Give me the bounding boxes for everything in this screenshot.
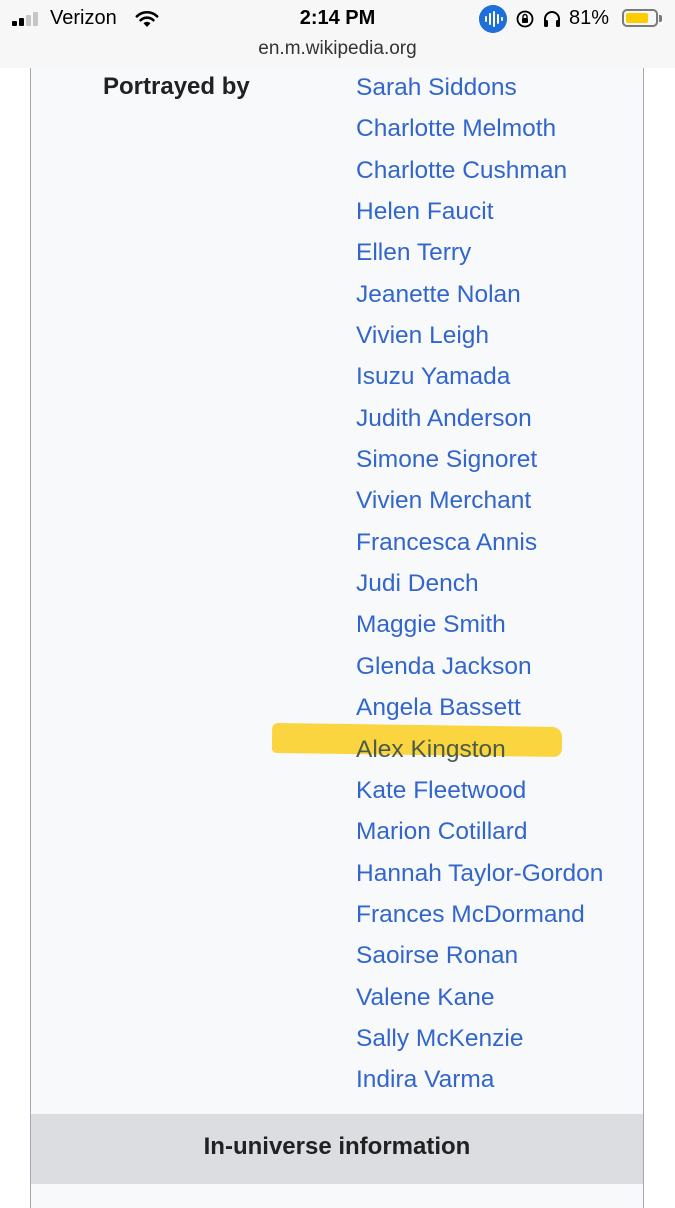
actor-link[interactable]: Saoirse Ronan [356, 938, 603, 979]
battery-cap [659, 15, 662, 22]
actor-link[interactable]: Maggie Smith [356, 607, 603, 648]
actor-link[interactable]: Vivien Leigh [356, 318, 603, 359]
actor-link[interactable]: Judith Anderson [356, 401, 603, 442]
voice-icon [479, 5, 507, 33]
actor-link[interactable]: Marion Cotillard [356, 814, 603, 855]
battery-level [626, 13, 648, 23]
actor-link[interactable]: Francesca Annis [356, 525, 603, 566]
actor-link[interactable]: Alex Kingston [356, 732, 603, 773]
actor-link[interactable]: Sarah Siddons [356, 70, 603, 111]
battery-percent: 81% [569, 7, 610, 29]
rotation-lock-icon [516, 10, 534, 28]
actor-link[interactable]: Kate Fleetwood [356, 773, 603, 814]
actor-link[interactable]: Hannah Taylor-Gordon [356, 856, 603, 897]
actor-link[interactable]: Charlotte Cushman [356, 153, 603, 194]
infobox-continuation [31, 1184, 643, 1200]
headphones-icon [544, 11, 560, 27]
status-bar: Verizon 2:14 PM 81% [0, 0, 675, 36]
portrayed-by-label: Portrayed by [103, 73, 250, 100]
actor-link[interactable]: Glenda Jackson [356, 649, 603, 690]
actor-list: Sarah Siddons Charlotte Melmoth Charlotte … [356, 70, 603, 1104]
actor-link[interactable]: Angela Bassett [356, 690, 603, 731]
actor-link[interactable]: Charlotte Melmoth [356, 111, 603, 152]
actor-link[interactable]: Indira Varma [356, 1062, 603, 1103]
actor-link[interactable]: Jeanette Nolan [356, 277, 603, 318]
actor-link[interactable]: Simone Signoret [356, 442, 603, 483]
actor-link[interactable]: Sally McKenzie [356, 1021, 603, 1062]
actor-link[interactable]: Vivien Merchant [356, 483, 603, 524]
section-header: In-universe information [31, 1114, 643, 1184]
actor-link[interactable]: Ellen Terry [356, 235, 603, 276]
actor-link[interactable]: Isuzu Yamada [356, 359, 603, 400]
url-bar[interactable]: en.m.wikipedia.org [0, 36, 675, 68]
actor-link[interactable]: Frances McDormand [356, 897, 603, 938]
battery-icon [622, 9, 658, 27]
actor-link[interactable]: Valene Kane [356, 980, 603, 1021]
actor-link[interactable]: Judi Dench [356, 566, 603, 607]
actor-link[interactable]: Helen Faucit [356, 194, 603, 235]
